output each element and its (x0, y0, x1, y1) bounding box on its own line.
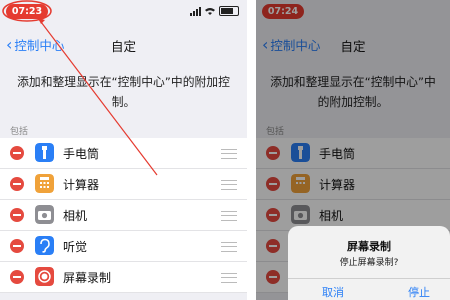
cancel-button[interactable]: 取消 (322, 284, 344, 300)
dialog-message: 停止屏幕录制? (339, 258, 399, 268)
annotation-arrow (2, 0, 158, 176)
dialog-title: 屏幕录制 (347, 240, 391, 253)
left-screen: 07:23 ‹ 控制中心 自定 添加和整理显示在“控制中心”中的附加控制。 包括 (0, 0, 247, 300)
right-screen: 07:24 ‹ 控制中心 自定 添加和整理显示在“控制中心”中的附加控制。 包括… (256, 0, 450, 300)
stop-button[interactable]: 停止 (408, 284, 430, 300)
alert-dialog: 屏幕录制 停止屏幕录制? 取消 停止 (288, 226, 450, 300)
dialog-divider (288, 278, 450, 279)
divider (247, 0, 256, 300)
